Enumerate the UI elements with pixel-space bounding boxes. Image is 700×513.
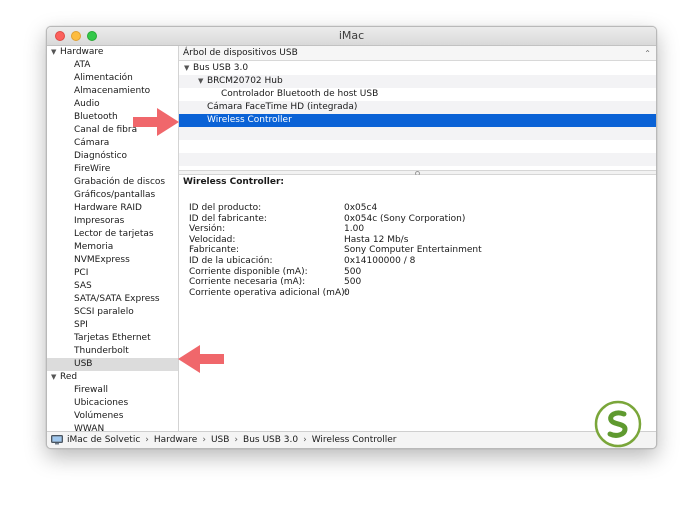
path-crumb-imac-de-solvetic[interactable]: iMac de Solvetic — [67, 435, 140, 445]
tree-row-label: Controlador Bluetooth de host USB — [221, 89, 379, 99]
sidebar-item-firewall[interactable]: Firewall — [47, 384, 178, 397]
sidebar-item-camara[interactable]: Cámara — [47, 137, 178, 150]
property-label: Corriente operativa adicional (mA): — [189, 287, 348, 298]
tree-row-controlador-bluetooth-de-host-usb[interactable]: Controlador Bluetooth de host USB — [179, 88, 656, 101]
property-value: Hasta 12 Mb/s — [344, 234, 409, 245]
property-label: ID del producto: — [189, 203, 262, 213]
sidebar-item-graficos-pantallas[interactable]: Gráficos/pantallas — [47, 189, 178, 202]
sidebar-item-wwan[interactable]: WWAN — [47, 423, 178, 431]
path-crumb-bus-usb-3-0[interactable]: Bus USB 3.0 — [243, 435, 298, 445]
sort-chevron-icon[interactable]: ⌃ — [644, 46, 651, 61]
sidebar-group-hardware[interactable]: ▼ Hardware — [47, 46, 178, 59]
sidebar-item-spi[interactable]: SPI — [47, 319, 178, 332]
property-value: Sony Computer Entertainment — [344, 245, 482, 256]
property-label: Corriente disponible (mA): — [189, 266, 308, 277]
tree-row-label: BRCM20702 Hub — [207, 76, 283, 86]
property-label: Velocidad: — [189, 234, 236, 245]
property-value: 0x054c (Sony Corporation) — [344, 213, 466, 224]
sidebar-item-scsi-paralelo[interactable]: SCSI paralelo — [47, 306, 178, 319]
tree-empty-row — [179, 153, 656, 166]
sidebar-item-thunderbolt[interactable]: Thunderbolt — [47, 345, 178, 358]
sidebar-item-pci[interactable]: PCI — [47, 267, 178, 280]
window-title: iMac — [338, 29, 365, 42]
sidebar-item-nvmexpress[interactable]: NVMExpress — [47, 254, 178, 267]
tree-row-camara-facetime-hd-integrada[interactable]: Cámara FaceTime HD (integrada) — [179, 101, 656, 114]
tree-header-label: Árbol de dispositivos USB — [183, 48, 298, 58]
solvetic-logo-icon — [594, 400, 642, 448]
sidebar-item-memoria[interactable]: Memoria — [47, 241, 178, 254]
path-bar: iMac de Solvetic › Hardware › USB › Bus USB 3.… — [47, 431, 656, 448]
sidebar-group-label: Red — [60, 372, 78, 382]
sidebar-item-almacenamiento[interactable]: Almacenamiento — [47, 85, 178, 98]
path-crumb-wireless-controller[interactable]: Wireless Controller — [312, 435, 397, 445]
sidebar-item-grabacion-de-discos[interactable]: Grabación de discos — [47, 176, 178, 189]
property-label: ID del fabricante: — [189, 213, 267, 224]
property-label: Versión: — [189, 224, 226, 235]
imac-icon — [51, 434, 63, 444]
property-label: Corriente necesaria (mA): — [189, 277, 306, 288]
path-separator-icon: › — [145, 435, 149, 445]
tree-row-label: Bus USB 3.0 — [193, 63, 249, 73]
property-value: 0x05c4 — [344, 203, 378, 213]
usb-device-tree: ▼ Bus USB 3.0 ▼ BRCM20702 Hub Controlador Bl… — [179, 62, 656, 170]
tree-row-label: Cámara FaceTime HD (integrada) — [207, 102, 358, 112]
tree-column-header[interactable]: Árbol de dispositivos USB ⌃ — [179, 46, 656, 61]
sidebar-item-volumenes[interactable]: Volúmenes — [47, 410, 178, 423]
disclosure-triangle-icon[interactable]: ▼ — [51, 371, 60, 384]
path-separator-icon: › — [234, 435, 239, 445]
sidebar-item-tarjetas-ethernet[interactable]: Tarjetas Ethernet — [47, 332, 178, 345]
tree-empty-row — [179, 127, 656, 140]
property-value: 0x14100000 / 8 — [344, 256, 416, 266]
sidebar-item-hardware-raid[interactable]: Hardware RAID — [47, 202, 178, 215]
tree-row-wireless-controller[interactable]: Wireless Controller — [179, 114, 656, 127]
tree-row-label: Wireless Controller — [207, 115, 292, 125]
path-separator-icon: › — [202, 435, 206, 445]
property-value: 1.00 — [344, 224, 365, 235]
sidebar-item-ubicaciones[interactable]: Ubicaciones — [47, 397, 178, 410]
property-value: 0 — [344, 287, 350, 298]
pointer-arrow-icon — [133, 108, 179, 136]
sidebar-item-usb[interactable]: USB — [47, 358, 178, 371]
sidebar-item-alimentacion[interactable]: Alimentación — [47, 72, 178, 85]
pointer-arrow-icon — [178, 345, 224, 373]
property-label: ID de la ubicación: — [189, 256, 273, 266]
path-separator-icon: › — [303, 435, 307, 445]
property-value: 500 — [344, 277, 362, 288]
sidebar: ▼ Hardware ATA Alimentación Almacenamiento Au… — [47, 46, 179, 431]
property-label: Fabricante: — [189, 245, 240, 256]
disclosure-triangle-icon[interactable]: ▼ — [198, 75, 207, 88]
tree-empty-row — [179, 140, 656, 153]
property-value: 500 — [344, 266, 362, 277]
detail-title: Wireless Controller: — [183, 177, 285, 187]
title-bar[interactable]: iMac — [47, 27, 656, 46]
sidebar-item-ata[interactable]: ATA — [47, 59, 178, 72]
disclosure-triangle-icon[interactable]: ▼ — [51, 46, 60, 59]
sidebar-item-sas[interactable]: SAS — [47, 280, 178, 293]
tree-row-brcm20702-hub[interactable]: ▼ BRCM20702 Hub — [179, 75, 656, 88]
sidebar-item-lector-de-tarjetas[interactable]: Lector de tarjetas — [47, 228, 178, 241]
path-crumb-hardware[interactable]: Hardware — [154, 435, 197, 445]
sidebar-item-impresoras[interactable]: Impresoras — [47, 215, 178, 228]
disclosure-triangle-icon[interactable]: ▼ — [184, 62, 193, 75]
sidebar-group-label: Hardware — [60, 47, 104, 57]
tree-row-bus-usb-3-0[interactable]: ▼ Bus USB 3.0 — [179, 62, 656, 75]
path-crumb-usb[interactable]: USB — [211, 435, 229, 445]
device-details: Wireless Controller: ID del producto: 0x0… — [179, 175, 656, 431]
sidebar-item-firewire[interactable]: FireWire — [47, 163, 178, 176]
sidebar-item-sata-sata-express[interactable]: SATA/SATA Express — [47, 293, 178, 306]
sidebar-item-diagnostico[interactable]: Diagnóstico — [47, 150, 178, 163]
sidebar-group-red[interactable]: ▼ Red — [47, 371, 178, 384]
system-information-window: iMac ▼ Hardware ATA Alimentación Almacenamie… — [46, 26, 657, 449]
